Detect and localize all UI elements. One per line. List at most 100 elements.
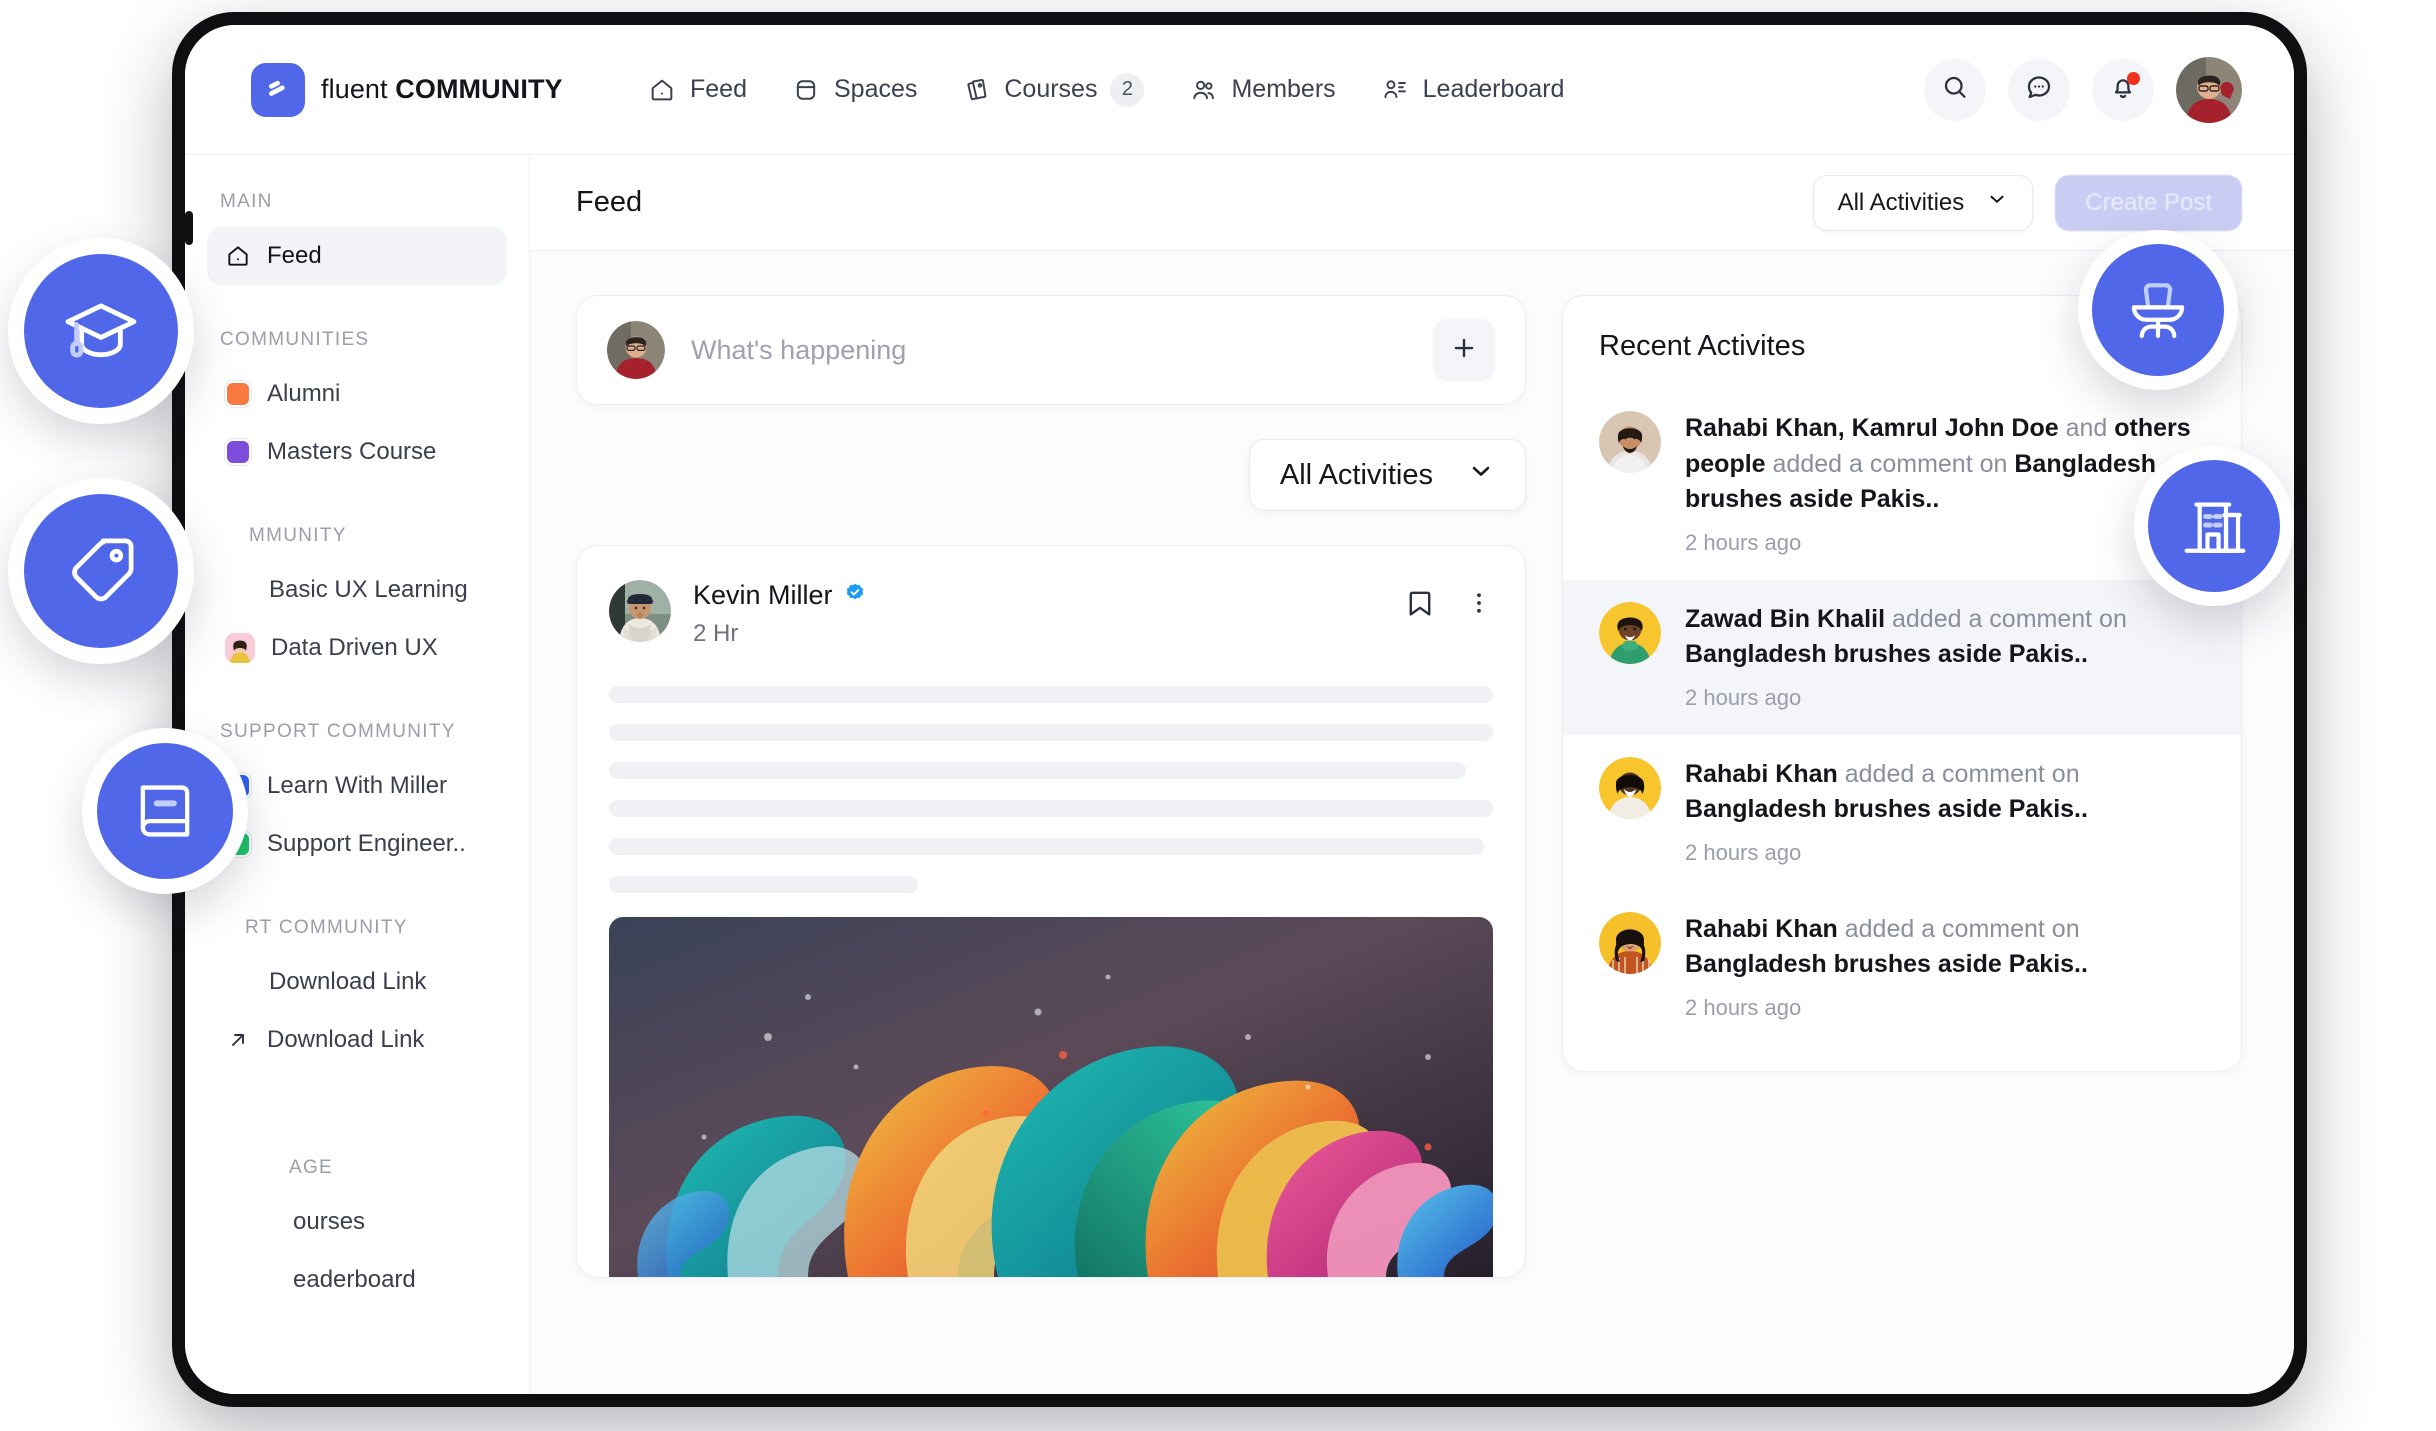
create-post-button[interactable]: Create Post — [2055, 174, 2242, 231]
sidebar-group-label-communities: COMMUNITIES — [220, 329, 370, 350]
sidebar-item-alumni[interactable]: Alumni — [207, 365, 507, 423]
header-activities-filter[interactable]: All Activities — [1812, 174, 2034, 231]
activity-target: Bangladesh brushes aside Pakis.. — [1685, 950, 2088, 978]
floating-badge-tag — [8, 478, 194, 664]
sidebar-item-basic-ux-learning[interactable]: Basic UX Learning — [207, 561, 507, 619]
arrow-up-right-icon — [225, 1027, 251, 1053]
nav-label-leaderboard: Leaderboard — [1422, 75, 1565, 103]
spaces-icon — [791, 75, 821, 105]
activity-names: Rahabi Khan — [1685, 759, 1838, 788]
sidebar-group-label-main: MAIN — [220, 191, 273, 212]
sidebar-item-download-link-1[interactable]: Download Link — [207, 953, 507, 1011]
activity-names: Zawad Bin Khalil — [1685, 604, 1886, 633]
activity-text-block: Zawad Bin Khalil added a comment on Bang… — [1685, 602, 2205, 711]
color-swatch-icon — [225, 439, 251, 465]
activity-timestamp: 2 hours ago — [1685, 994, 1802, 1020]
nav-item-spaces[interactable]: Spaces — [791, 75, 917, 105]
sidebar-item-masters-course[interactable]: Masters Course — [207, 423, 507, 481]
messages-icon — [2024, 72, 2054, 107]
sidebar-item-support-engineer[interactable]: Support Engineer.. — [207, 815, 507, 873]
activity-text-block: Rahabi Khan, Kamrul John Doe and others … — [1685, 411, 2205, 556]
graduation-cap-icon — [24, 254, 178, 408]
content-area: Feed All Activities Create Post What's h… — [530, 155, 2294, 1394]
sidebar-item-leaderboard[interactable]: eaderboard — [207, 1251, 507, 1309]
member-avatar-icon — [225, 633, 255, 663]
notification-dot — [2127, 71, 2140, 85]
composer-placeholder: What's happening — [691, 334, 907, 365]
nav-item-leaderboard[interactable]: Leaderboard — [1380, 75, 1565, 105]
feed-filter-row: All Activities — [576, 439, 1526, 511]
post-author-avatar[interactable] — [609, 580, 671, 642]
bookmark-icon[interactable] — [1403, 586, 1437, 625]
post-timestamp: 2 Hr — [693, 620, 739, 647]
sidebar-item-label: eaderboard — [293, 1266, 416, 1293]
composer-add-button[interactable] — [1433, 319, 1495, 381]
skeleton-line — [609, 876, 919, 893]
nav-item-feed[interactable]: Feed — [647, 75, 747, 105]
sidebar-item-learn-with-miller[interactable]: Learn With Miller — [207, 757, 507, 815]
nav-label-members: Members — [1231, 75, 1336, 103]
post-body-skeleton — [609, 686, 1493, 893]
page-title: Feed — [576, 186, 643, 218]
active-indicator-rail — [185, 211, 193, 245]
post-composer[interactable]: What's happening — [576, 295, 1526, 405]
sidebar-item-data-driven-ux[interactable]: Data Driven UX — [207, 619, 507, 677]
plus-icon — [1449, 333, 1479, 368]
skeleton-line — [609, 762, 1467, 779]
messages-button[interactable] — [2008, 58, 2070, 121]
activity-target: Bangladesh brushes aside Pakis.. — [1685, 795, 2088, 823]
activity-action: added a comment on — [1885, 604, 2127, 633]
screenshot-root: fluent COMMUNITY Feed Spaces Courses 2 M… — [0, 0, 2436, 1431]
sidebar-item-label: ourses — [293, 1208, 366, 1235]
sidebar-item-feed[interactable]: Feed — [207, 227, 507, 285]
sidebar-group-label-rt-community: RT COMMUNITY — [245, 917, 408, 938]
brand-logo[interactable]: fluent COMMUNITY — [251, 62, 601, 117]
book-icon — [97, 743, 233, 879]
activity-item[interactable]: Rahabi Khan added a comment on Banglades… — [1563, 735, 2241, 890]
brand-word-bold: COMMUNITY — [395, 74, 563, 104]
sidebar-item-download-link-2[interactable]: Download Link — [207, 1011, 507, 1069]
avatar[interactable] — [2176, 56, 2242, 123]
feed-column: What's happening All Activities Kevin Mi… — [576, 295, 1526, 1394]
post-card: Kevin Miller 2 Hr — [576, 545, 1526, 1278]
main-nav: Feed Spaces Courses 2 Members Leaderboar… — [647, 72, 1565, 107]
nav-item-courses[interactable]: Courses 2 — [961, 72, 1145, 107]
top-navigation-bar: fluent COMMUNITY Feed Spaces Courses 2 M… — [185, 25, 2294, 155]
activity-item[interactable]: Rahabi Khan added a comment on Banglades… — [1563, 890, 2241, 1045]
sidebar-item-label: Alumni — [267, 380, 341, 407]
skeleton-line — [609, 686, 1493, 703]
verified-badge-icon — [843, 581, 867, 610]
activity-text: Zawad Bin Khalil added a comment on Bang… — [1685, 602, 2205, 673]
activity-text: Rahabi Khan, Kamrul John Doe and others … — [1685, 411, 2205, 518]
more-vertical-icon[interactable] — [1465, 589, 1493, 622]
floating-badge-building — [2134, 446, 2294, 606]
sidebar-item-label: Learn With Miller — [267, 772, 448, 799]
sidebar-item-label: Feed — [267, 242, 322, 269]
search-icon — [1940, 72, 1970, 107]
content-header: Feed All Activities Create Post — [530, 155, 2294, 251]
post-media-image[interactable] — [609, 917, 1493, 1277]
post-actions — [1403, 580, 1493, 625]
skeleton-line — [609, 800, 1493, 817]
courses-icon — [961, 75, 991, 105]
nav-item-members[interactable]: Members — [1188, 75, 1336, 105]
activity-connector: and — [2058, 414, 2115, 442]
feed-activities-filter[interactable]: All Activities — [1248, 439, 1526, 511]
top-actions — [1924, 56, 2242, 123]
activity-timestamp: 2 hours ago — [1685, 529, 1802, 555]
content-header-actions: All Activities Create Post — [1812, 174, 2242, 231]
search-button[interactable] — [1924, 58, 1986, 121]
building-icon — [2148, 460, 2280, 592]
tag-icon — [24, 494, 178, 648]
home-icon — [225, 243, 251, 269]
notifications-button[interactable] — [2092, 58, 2154, 121]
body: MAIN Feed COMMUNITIES Alumni Masters Cou… — [185, 155, 2294, 1394]
post-author-name: Kevin Miller — [693, 580, 833, 610]
activity-names: Rahabi Khan, Kamrul John Doe — [1685, 414, 2059, 442]
activity-text-block: Rahabi Khan added a comment on Banglades… — [1685, 757, 2205, 866]
sidebar-item-label: Basic UX Learning — [269, 576, 468, 603]
activity-item[interactable]: Zawad Bin Khalil added a comment on Bang… — [1563, 579, 2241, 735]
activity-text: Rahabi Khan added a comment on Banglades… — [1685, 757, 2205, 828]
sidebar-item-courses[interactable]: ourses — [207, 1193, 507, 1251]
skeleton-line — [609, 838, 1485, 855]
